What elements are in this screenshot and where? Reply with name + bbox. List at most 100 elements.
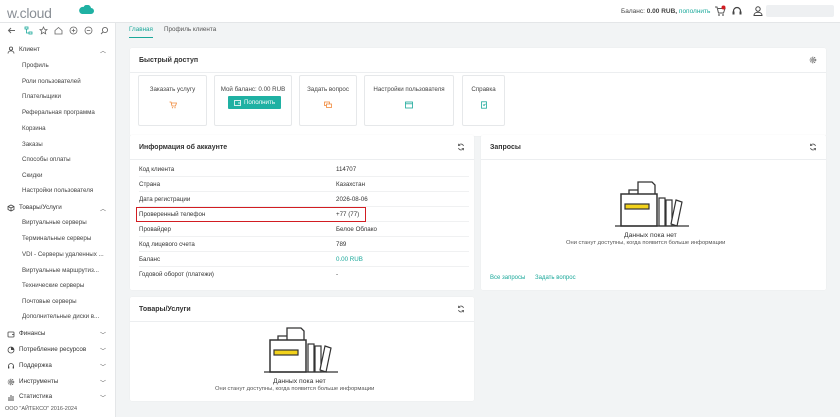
info-key: Провайдер: [139, 226, 171, 233]
star-icon[interactable]: [39, 26, 48, 35]
sidebar-item-mail-servers[interactable]: Почтовые серверы: [22, 298, 112, 305]
settings-gear-icon[interactable]: [809, 56, 817, 64]
sidebar-section-label: Инструменты: [19, 378, 59, 385]
empty-state-subtitle: Они станут доступны, когда появится боль…: [215, 386, 375, 392]
sidebar-item-cart[interactable]: Корзина: [22, 125, 112, 132]
wallet-icon: [7, 331, 15, 337]
sidebar-section-resources[interactable]: Потребление ресурсов ﹀: [0, 343, 116, 356]
sidebar-section-label: Поддержка: [19, 362, 52, 369]
book-icon: [480, 101, 487, 109]
sidebar-item-technical-servers[interactable]: Технические серверы: [22, 282, 112, 289]
sidebar-section-tools[interactable]: Инструменты ﹀: [0, 375, 116, 388]
support-icon: [8, 362, 14, 368]
card-title: Товары/Услуги: [139, 306, 191, 313]
topup-button[interactable]: Пополнить: [228, 96, 281, 109]
user-icon[interactable]: [752, 5, 764, 17]
search-icon[interactable]: [100, 26, 109, 35]
sidebar-item-user-roles[interactable]: Роли пользователей: [22, 78, 112, 85]
card-title: Запросы: [490, 144, 521, 151]
sidebar-item-payers[interactable]: Плательщики: [22, 93, 112, 100]
topup-link[interactable]: пополнить: [679, 8, 711, 15]
tile-label: Задать вопрос: [307, 86, 349, 93]
balance-link[interactable]: 0.00 RUB: [336, 256, 363, 263]
sidebar-item-referral[interactable]: Реферальная программа: [22, 109, 112, 116]
info-key: Годовой оборот (платежи): [139, 271, 214, 278]
page-tabs: Главная Профиль клиента: [129, 26, 216, 38]
balance-info: Баланс: 0.00 RUB, пополнить: [621, 8, 710, 15]
sitemap-icon[interactable]: [24, 26, 33, 35]
divider: [130, 159, 474, 160]
sidebar-item-discounts[interactable]: Скидки: [22, 172, 112, 179]
chat-icon: [324, 101, 332, 108]
quick-tile-ask-question[interactable]: Задать вопрос: [299, 75, 357, 126]
empty-state-title: Данных пока нет: [273, 378, 326, 385]
sidebar-section-label: Статистика: [19, 393, 53, 400]
top-bar: w.cloud Баланс: 0.00 RUB, пополнить: [0, 0, 840, 23]
minus-circle-icon[interactable]: [84, 26, 93, 35]
plus-circle-icon[interactable]: [69, 26, 78, 35]
info-row-annual-turnover: Годовой оборот (платежи) -: [139, 267, 469, 282]
logo[interactable]: w.cloud: [7, 5, 52, 21]
user-name-field[interactable]: [766, 5, 834, 17]
sidebar-section-label: Клиент: [19, 46, 40, 53]
sidebar-section-client[interactable]: Клиент ︿: [0, 43, 116, 56]
quick-tile-user-settings[interactable]: Настройки пользователя: [364, 75, 454, 126]
info-key: Страна: [139, 181, 161, 188]
sidebar-section-products[interactable]: Товары/Услуги ︿: [0, 201, 116, 214]
tab-home[interactable]: Главная: [129, 26, 153, 38]
settings-window-icon: [405, 101, 413, 109]
chevron-down-icon: ﹀: [99, 333, 106, 339]
tile-label: Мой баланс: 0.00 RUB: [220, 86, 286, 93]
tile-label: Справка: [471, 86, 496, 93]
chart-icon: [8, 394, 14, 400]
highlight-box: [136, 207, 366, 222]
empty-state-subtitle: Они станут доступны, когда появится боль…: [566, 240, 726, 246]
sidebar-section-statistics[interactable]: Статистика ﹀: [0, 390, 116, 403]
tile-label: Заказать услугу: [149, 86, 196, 93]
cart-icon[interactable]: [714, 5, 726, 17]
user-icon: [7, 46, 15, 54]
info-row-account-code: Код лицевого счета 789: [139, 237, 469, 252]
info-key: Баланс: [139, 256, 161, 263]
refresh-icon[interactable]: [457, 143, 465, 151]
cloud-logo-icon: [79, 5, 94, 14]
tile-label: Настройки пользователя: [373, 86, 445, 93]
info-value: Белое Облако: [336, 226, 377, 233]
support-headset-icon[interactable]: [731, 5, 743, 17]
home-icon[interactable]: [54, 26, 63, 35]
sidebar-item-terminal-servers[interactable]: Терминальные серверы: [22, 235, 112, 242]
sidebar-item-vdi-servers[interactable]: VDI - Серверы удаленных ...: [22, 251, 112, 258]
sidebar-section-support[interactable]: Поддержка ﹀: [0, 359, 116, 372]
all-requests-link[interactable]: Все запросы: [490, 275, 525, 281]
sidebar-item-virtual-servers[interactable]: Виртуальные серверы: [22, 219, 112, 226]
sidebar-item-payment-methods[interactable]: Способы оплаты: [22, 156, 112, 163]
back-arrow-icon[interactable]: [7, 26, 16, 35]
tab-client-profile[interactable]: Профиль клиента: [164, 26, 216, 38]
refresh-icon[interactable]: [457, 305, 465, 313]
sidebar-item-orders[interactable]: Заказы: [22, 141, 112, 148]
sidebar-item-profile[interactable]: Профиль: [22, 62, 112, 69]
quick-tile-order-service[interactable]: Заказать услугу: [138, 75, 207, 126]
ask-question-link[interactable]: Задать вопрос: [535, 275, 576, 281]
sidebar-item-extra-disks[interactable]: Дополнительные диски в...: [22, 313, 112, 320]
sidebar-item-virtual-routers[interactable]: Виртуальные маршрутиз...: [22, 267, 112, 274]
cart-icon: [169, 101, 177, 109]
chevron-up-icon: ︿: [99, 207, 106, 213]
sidebar-item-user-settings[interactable]: Настройки пользователя: [22, 187, 112, 194]
quick-tile-help[interactable]: Справка: [462, 75, 505, 126]
chevron-down-icon: ﹀: [99, 349, 106, 355]
sidebar-toolbar: [0, 23, 115, 38]
divider: [481, 159, 826, 160]
refresh-icon[interactable]: [809, 143, 817, 151]
divider: [130, 72, 826, 73]
info-value: Казахстан: [336, 181, 365, 188]
info-row-client-code: Код клиента 114707: [139, 162, 469, 177]
copyright: ООО "АЙТЕКСО" 2016-2024: [5, 406, 78, 412]
empty-state-title: Данных пока нет: [624, 232, 677, 239]
sidebar-section-label: Финансы: [19, 330, 46, 337]
sidebar-section-finance[interactable]: Финансы ﹀: [0, 327, 116, 340]
info-row-registration-date: Дата регистрации 2026-08-06: [139, 192, 469, 207]
balance-value: 0.00 RUB,: [646, 8, 678, 15]
chevron-down-icon: ﹀: [99, 381, 106, 387]
sidebar-section-label: Товары/Услуги: [19, 204, 62, 211]
